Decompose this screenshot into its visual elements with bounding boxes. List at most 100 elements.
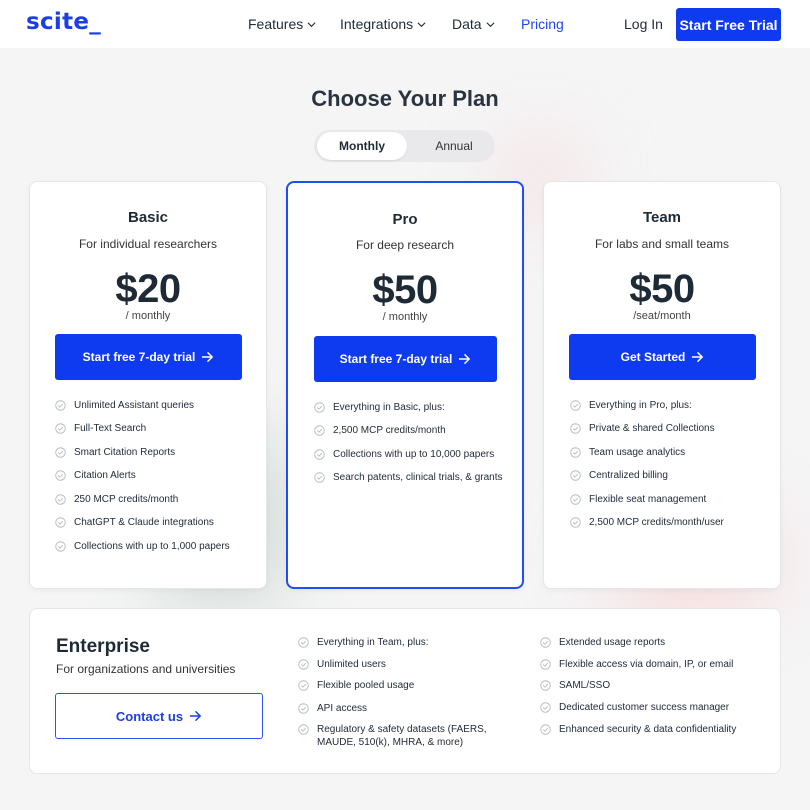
feature-text: Flexible seat management <box>589 494 707 505</box>
nav-data[interactable]: Data <box>452 16 495 32</box>
feature-text: Everything in Basic, plus: <box>333 402 445 413</box>
feature-item: Regulatory & safety datasets (FAERS, MAU… <box>298 723 513 749</box>
feature-item: Flexible pooled usage <box>298 679 414 692</box>
plan-description: For deep research <box>355 238 455 252</box>
plan-description: For labs and small teams <box>594 237 730 251</box>
plan-price: $50 <box>629 267 695 311</box>
feature-text: Smart Citation Reports <box>74 447 176 458</box>
feature-text: Everything in Pro, plus: <box>589 400 692 411</box>
arrow-right-icon <box>190 710 202 722</box>
feature-item: Extended usage reports <box>540 636 665 649</box>
feature-text: Enhanced security & data confidentiality <box>559 724 737 735</box>
check-circle-icon <box>540 724 551 735</box>
check-circle-icon <box>570 517 581 528</box>
plan-period: /seat/month <box>633 310 691 322</box>
feature-text: 2,500 MCP credits/month/user <box>589 517 724 528</box>
feature-item: SAML/SSO <box>540 679 610 692</box>
check-circle-icon <box>540 659 551 670</box>
feature-item: Dedicated customer success manager <box>540 701 729 714</box>
feature-text: Search patents, clinical trials, & grant… <box>333 472 503 483</box>
arrow-right-icon <box>692 351 704 363</box>
check-circle-icon <box>55 494 66 505</box>
plan-period: / monthly <box>125 310 171 322</box>
plan-name: Team <box>642 209 682 226</box>
feature-item: Flexible access via domain, IP, or email <box>540 658 733 671</box>
check-circle-icon <box>314 402 325 413</box>
check-circle-icon <box>570 494 581 505</box>
check-circle-icon <box>55 400 66 411</box>
arrow-right-icon <box>459 353 471 365</box>
toggle-annual[interactable]: Annual <box>414 132 494 160</box>
start-free-trial-button[interactable]: Start Free Trial <box>676 8 781 41</box>
feature-item: 2,500 MCP credits/month <box>314 424 446 437</box>
plan-card-basic: Basic For individual researchers $20 / m… <box>29 181 267 589</box>
feature-item: Smart Citation Reports <box>55 446 175 459</box>
button-label: Contact us <box>115 708 184 724</box>
feature-text: ChatGPT & Claude integrations <box>74 517 214 528</box>
chevron-down-icon <box>417 21 426 27</box>
feature-text: Dedicated customer success manager <box>559 702 730 713</box>
top-navbar: scite_ Features Integrations Data Pricin… <box>0 0 810 48</box>
feature-text: Flexible pooled usage <box>317 680 415 691</box>
nav-integrations-label: Integrations <box>340 16 414 32</box>
contact-us-button[interactable]: Contact us <box>55 693 263 739</box>
check-circle-icon <box>55 517 66 528</box>
plan-card-pro: Pro For deep research $50 / monthly Star… <box>286 181 524 589</box>
feature-text: 2,500 MCP credits/month <box>333 425 446 436</box>
check-circle-icon <box>314 425 325 436</box>
page-title: Choose Your Plan <box>311 86 499 111</box>
feature-text: Team usage analytics <box>589 447 686 458</box>
feature-text: Collections with up to 1,000 papers <box>74 541 230 552</box>
check-circle-icon <box>55 470 66 481</box>
feature-item: 2,500 MCP credits/month/user <box>570 516 724 529</box>
login-link[interactable]: Log In <box>624 16 663 32</box>
check-circle-icon <box>570 447 581 458</box>
start-trial-button-basic[interactable]: Start free 7-day trial <box>55 334 242 380</box>
chevron-down-icon <box>486 21 495 27</box>
plan-price: $50 <box>372 268 438 312</box>
feature-text: Collections with up to 10,000 papers <box>333 449 495 460</box>
nav-data-label: Data <box>452 16 482 32</box>
feature-text: Full-Text Search <box>74 423 147 434</box>
arrow-right-icon <box>202 351 214 363</box>
check-circle-icon <box>298 703 309 714</box>
check-circle-icon <box>570 400 581 411</box>
feature-item: Everything in Basic, plus: <box>314 401 445 414</box>
nav-integrations[interactable]: Integrations <box>340 16 426 32</box>
feature-text: Citation Alerts <box>74 470 136 481</box>
feature-text: Extended usage reports <box>559 637 666 648</box>
nav-features[interactable]: Features <box>248 16 316 32</box>
button-label: Start free 7-day trial <box>82 350 196 364</box>
start-trial-button-pro[interactable]: Start free 7-day trial <box>314 336 497 382</box>
feature-item: Flexible seat management <box>570 493 706 506</box>
feature-item: API access <box>298 702 367 715</box>
feature-item: Team usage analytics <box>570 446 685 459</box>
feature-item: Everything in Team, plus: <box>298 636 429 649</box>
feature-item: Everything in Pro, plus: <box>570 399 692 412</box>
check-circle-icon <box>298 680 309 691</box>
check-circle-icon <box>55 447 66 458</box>
feature-text: Private & shared Collections <box>589 423 715 434</box>
feature-item: Unlimited users <box>298 658 386 671</box>
feature-item: Private & shared Collections <box>570 422 715 435</box>
check-circle-icon <box>570 423 581 434</box>
button-label: Start free 7-day trial <box>339 352 453 366</box>
check-circle-icon <box>298 659 309 670</box>
plan-card-team: Team For labs and small teams $50 /seat/… <box>543 181 781 589</box>
plan-name: Basic <box>127 209 169 226</box>
feature-item: Enhanced security & data confidentiality <box>540 723 736 736</box>
plan-description: For individual researchers <box>78 237 218 251</box>
check-circle-icon <box>570 470 581 481</box>
feature-item: Citation Alerts <box>55 469 136 482</box>
feature-text: Centralized billing <box>589 470 668 481</box>
feature-text: 250 MCP credits/month <box>74 494 179 505</box>
feature-text: SAML/SSO <box>559 680 611 691</box>
nav-pricing[interactable]: Pricing <box>521 16 564 32</box>
feature-text: API access <box>317 703 368 714</box>
button-label: Get Started <box>620 350 686 364</box>
get-started-button-team[interactable]: Get Started <box>569 334 756 380</box>
feature-item: Centralized billing <box>570 469 668 482</box>
toggle-monthly[interactable]: Monthly <box>317 132 407 160</box>
feature-text: Unlimited users <box>317 659 386 670</box>
check-circle-icon <box>540 702 551 713</box>
